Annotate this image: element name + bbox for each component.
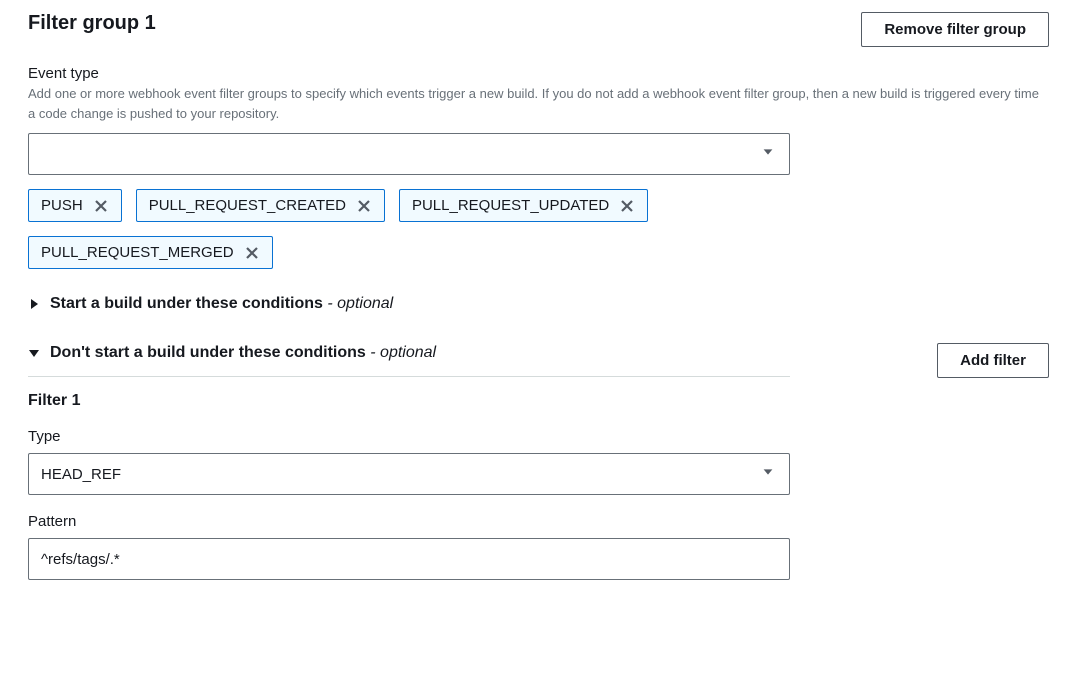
start-conditions-expander[interactable]: Start a build under these conditions - o… — [28, 295, 790, 313]
close-icon[interactable] — [244, 245, 260, 261]
tag-label: PULL_REQUEST_CREATED — [149, 197, 346, 214]
filter-type-select[interactable]: HEAD_REF — [28, 453, 790, 495]
close-icon[interactable] — [619, 198, 635, 214]
filter-pattern-input-wrapper — [28, 538, 790, 580]
chevron-down-icon — [761, 145, 775, 163]
filter-type-value: HEAD_REF — [41, 466, 121, 483]
filter-heading: Filter 1 — [28, 392, 1049, 410]
event-type-tags: PUSH PULL_REQUEST_CREATED PULL_REQUEST_UPD… — [28, 189, 790, 269]
chevron-down-icon — [761, 465, 775, 483]
tag-label: PUSH — [41, 197, 83, 214]
start-conditions-label: Start a build under these conditions — [50, 295, 323, 312]
page-title: Filter group 1 — [28, 12, 156, 35]
event-type-tag: PULL_REQUEST_MERGED — [28, 236, 273, 269]
event-type-tag: PUSH — [28, 189, 122, 222]
tag-label: PULL_REQUEST_MERGED — [41, 244, 234, 261]
remove-filter-group-button[interactable]: Remove filter group — [861, 12, 1049, 47]
event-type-description: Add one or more webhook event filter gro… — [28, 84, 1048, 123]
filter-pattern-label: Pattern — [28, 513, 1049, 530]
tag-label: PULL_REQUEST_UPDATED — [412, 197, 609, 214]
event-type-tag: PULL_REQUEST_CREATED — [136, 189, 385, 222]
caret-right-icon — [28, 298, 40, 310]
event-type-select[interactable] — [28, 133, 790, 175]
caret-down-icon — [28, 347, 40, 359]
dont-start-conditions-label: Don't start a build under these conditio… — [50, 344, 366, 361]
event-type-tag: PULL_REQUEST_UPDATED — [399, 189, 648, 222]
dont-start-conditions-expander[interactable]: Don't start a build under these conditio… — [28, 344, 790, 377]
filter-pattern-input[interactable] — [41, 551, 755, 568]
filter-type-label: Type — [28, 428, 1049, 445]
close-icon[interactable] — [356, 198, 372, 214]
add-filter-button[interactable]: Add filter — [937, 343, 1049, 378]
close-icon[interactable] — [93, 198, 109, 214]
event-type-label: Event type — [28, 65, 1049, 82]
